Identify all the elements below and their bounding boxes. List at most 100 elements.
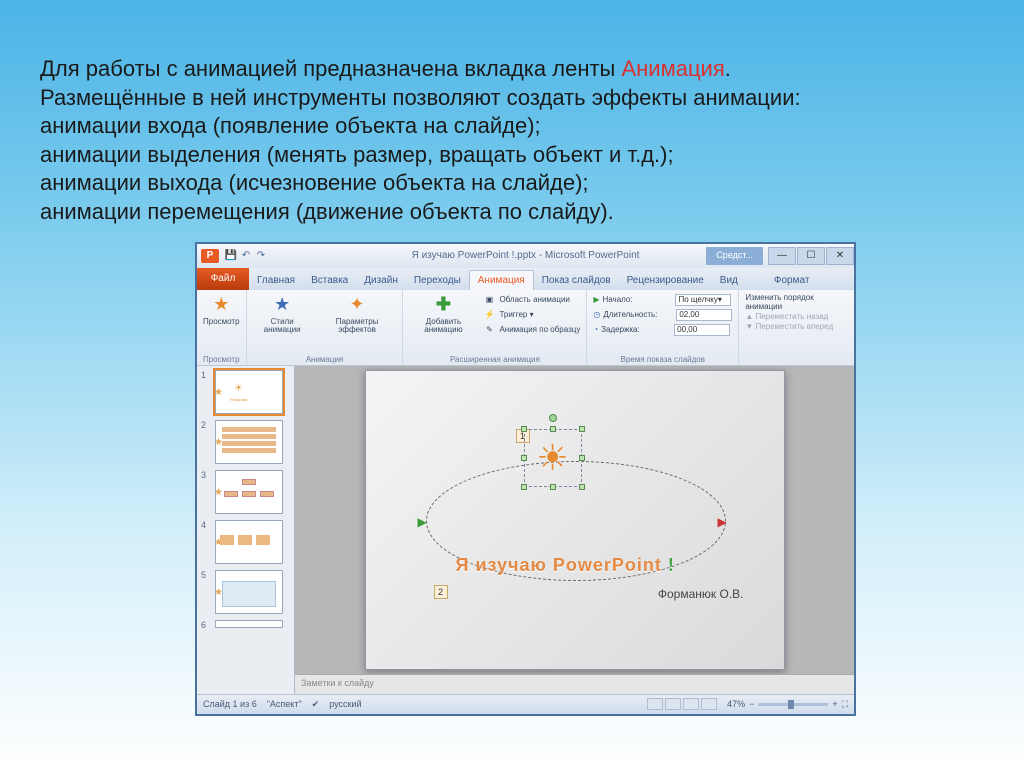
clock-icon: ◷ <box>593 310 600 319</box>
pane-icon: ▣ <box>483 295 495 304</box>
tab-view[interactable]: Вид <box>712 271 746 290</box>
animation-pane-button[interactable]: ▣Область анимации <box>483 293 580 307</box>
add-animation-button[interactable]: ✚ Добавить анимацию <box>409 293 477 335</box>
tab-animations[interactable]: Анимация <box>469 270 534 290</box>
sorter-view-button[interactable] <box>665 698 681 710</box>
undo-icon[interactable]: ↶ <box>240 250 252 262</box>
quick-access-toolbar: 💾 ↶ ↷ <box>225 250 267 262</box>
tab-transitions[interactable]: Переходы <box>406 271 469 290</box>
painter-icon: ✎ <box>483 325 495 334</box>
animation-painter-button[interactable]: ✎Анимация по образцу <box>483 323 580 337</box>
spellcheck-icon[interactable]: ✔ <box>312 699 320 710</box>
preview-button[interactable]: ★ Просмотр <box>203 293 240 326</box>
thumbnail-6[interactable]: 6 <box>201 620 290 630</box>
path-start-icon: ▶ <box>418 515 427 529</box>
text-line2: Размещённые в ней инструменты позволяют … <box>40 85 801 110</box>
language-indicator[interactable]: русский <box>329 699 361 709</box>
titlebar: P 💾 ↶ ↷ Я изучаю PowerPoint !.pptx - Mic… <box>197 244 854 268</box>
tab-file[interactable]: Файл <box>197 268 249 290</box>
animation-styles-button[interactable]: ★ Стили анимации <box>253 293 312 335</box>
slide-author-text[interactable]: Форманюк О.В. <box>658 587 744 601</box>
trigger-icon: ⚡ <box>483 310 495 319</box>
group-label-animation: Анимация <box>253 355 397 364</box>
play-icon: ▶ <box>593 295 599 304</box>
move-forward-button[interactable]: ▼ Переместить вперед <box>745 322 848 331</box>
zoom-control: 47% − + ⛶ <box>727 699 848 710</box>
zoom-in-button[interactable]: + <box>832 699 837 709</box>
slide-title-text[interactable]: Я изучаю PowerPoint ! <box>456 555 675 576</box>
tab-slideshow[interactable]: Показ слайдов <box>534 271 619 290</box>
delay-row: ◔ Задержка: 00,00 <box>593 323 732 337</box>
effect-options-button[interactable]: ✦ Параметры эффектов <box>318 293 397 335</box>
tab-home[interactable]: Главная <box>249 271 303 290</box>
resize-handle[interactable] <box>550 426 556 432</box>
reorder-title: Изменить порядок анимации <box>745 293 848 311</box>
text-highlight: Анимация <box>621 56 724 81</box>
slideshow-view-button[interactable] <box>701 698 717 710</box>
duration-row: ◷ Длительность: 02,00 <box>593 308 732 322</box>
resize-handle[interactable] <box>579 426 585 432</box>
move-back-button[interactable]: ▲ Переместить назад <box>745 312 848 321</box>
fit-button[interactable]: ⛶ <box>842 699 848 710</box>
text-line5: анимации выхода (исчезновение объекта на… <box>40 170 589 195</box>
ribbon: ★ Просмотр Просмотр ★ Стили анимации ✦ П… <box>197 290 854 366</box>
slide-counter: Слайд 1 из 6 <box>203 699 257 709</box>
trigger-button[interactable]: ⚡Триггер ▾ <box>483 308 580 322</box>
thumbnail-5[interactable]: 5★ <box>201 570 290 614</box>
path-end-icon: ▶ <box>718 515 727 529</box>
start-dropdown[interactable]: По щелчку ▾ <box>675 294 731 306</box>
close-button[interactable]: ✕ <box>826 247 854 265</box>
rotation-handle[interactable] <box>549 414 557 422</box>
normal-view-button[interactable] <box>647 698 663 710</box>
minimize-button[interactable]: — <box>768 247 796 265</box>
preview-icon: ★ <box>208 293 234 317</box>
powerpoint-logo-icon: P <box>201 249 219 263</box>
thumbnail-1[interactable]: 1 ★☀Я изучаю <box>201 370 290 414</box>
preview-label: Просмотр <box>203 318 240 326</box>
start-row: ▶ Начало: По щелчку ▾ <box>593 293 732 307</box>
zoom-out-button[interactable]: − <box>749 699 754 709</box>
contextual-tools-tab[interactable]: Средст... <box>706 247 763 265</box>
star-icon: ★ <box>269 293 295 317</box>
thumbnail-3[interactable]: 3★ <box>201 470 290 514</box>
thumbnail-2[interactable]: 2★ <box>201 420 290 464</box>
zoom-slider[interactable] <box>758 703 828 706</box>
thumbnail-4[interactable]: 4★ <box>201 520 290 564</box>
ribbon-group-timing: ▶ Начало: По щелчку ▾ ◷ Длительность: 02… <box>587 290 739 365</box>
save-icon[interactable]: 💾 <box>225 250 237 262</box>
ribbon-tabs: Файл Главная Вставка Дизайн Переходы Ани… <box>197 268 854 290</box>
resize-handle[interactable] <box>521 455 527 461</box>
resize-handle[interactable] <box>550 484 556 490</box>
maximize-button[interactable]: ☐ <box>797 247 825 265</box>
statusbar: Слайд 1 из 6 "Аспект" ✔ русский 47% − + … <box>197 694 854 714</box>
slide-canvas: ▶ ▶ 1 ☀ 2 Я изучаю PowerPoint ! <box>365 370 785 670</box>
workspace: 1 ★☀Я изучаю 2★ 3★ 4★ 5★ 6 ▶ ▶ 1 <box>197 366 854 694</box>
delay-spinner[interactable]: 00,00 <box>674 324 730 336</box>
powerpoint-window: P 💾 ↶ ↷ Я изучаю PowerPoint !.pptx - Mic… <box>195 242 856 716</box>
tab-insert[interactable]: Вставка <box>303 271 356 290</box>
resize-handle[interactable] <box>521 426 527 432</box>
duration-spinner[interactable]: 02,00 <box>676 309 732 321</box>
reading-view-button[interactable] <box>683 698 699 710</box>
resize-handle[interactable] <box>579 484 585 490</box>
tab-review[interactable]: Рецензирование <box>619 271 712 290</box>
resize-handle[interactable] <box>521 484 527 490</box>
animation-tag-2[interactable]: 2 <box>434 585 448 599</box>
ribbon-group-animation: ★ Стили анимации ✦ Параметры эффектов Ан… <box>247 290 404 365</box>
ribbon-group-advanced: ✚ Добавить анимацию ▣Область анимации ⚡Т… <box>403 290 587 365</box>
resize-handle[interactable] <box>579 455 585 461</box>
tab-format[interactable]: Формат <box>766 271 818 290</box>
sun-shape-object[interactable]: ☀ <box>530 435 576 481</box>
styles-label: Стили анимации <box>253 318 312 335</box>
effect-icon: ✦ <box>344 293 370 317</box>
zoom-percent[interactable]: 47% <box>727 699 745 709</box>
text-line6: анимации перемещения (движение объекта п… <box>40 199 614 224</box>
group-label-advanced: Расширенная анимация <box>409 355 580 364</box>
slide-canvas-area[interactable]: ▶ ▶ 1 ☀ 2 Я изучаю PowerPoint ! <box>295 366 854 674</box>
theme-name: "Аспект" <box>267 699 302 709</box>
tab-design[interactable]: Дизайн <box>356 271 406 290</box>
notes-pane[interactable]: Заметки к слайду <box>295 674 854 694</box>
group-label-timing: Время показа слайдов <box>593 355 732 364</box>
redo-icon[interactable]: ↷ <box>255 250 267 262</box>
add-label: Добавить анимацию <box>409 318 477 335</box>
